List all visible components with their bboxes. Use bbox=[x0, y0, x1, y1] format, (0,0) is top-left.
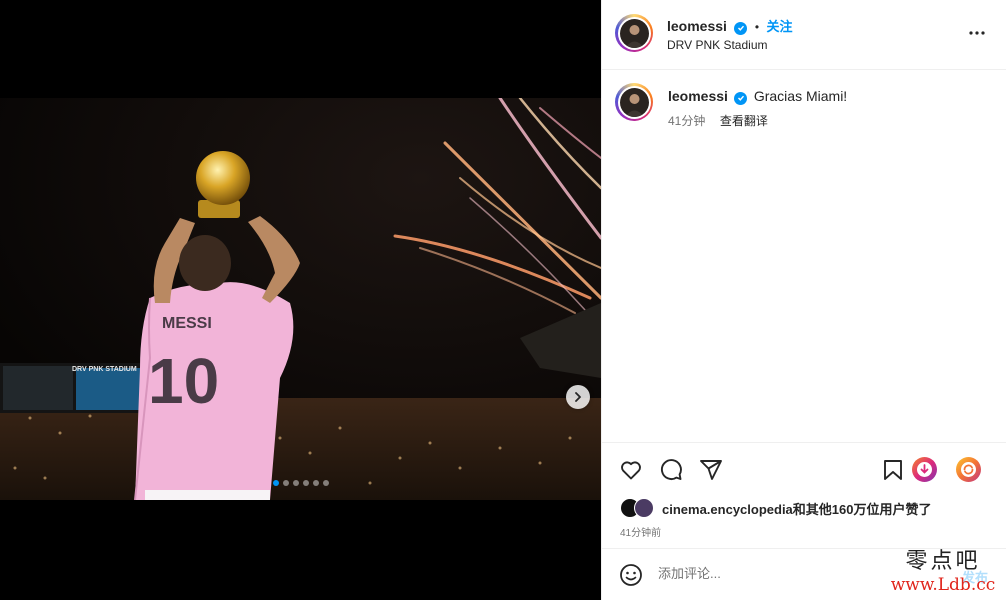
repost-extension-icon bbox=[956, 457, 981, 482]
download-extension-icon bbox=[912, 457, 937, 482]
more-options-button[interactable] bbox=[968, 24, 986, 47]
post-time[interactable]: 41分钟前 bbox=[620, 524, 1000, 539]
liker-avatar bbox=[634, 498, 654, 518]
emoji-icon bbox=[620, 564, 642, 586]
liker-avatars[interactable] bbox=[620, 498, 658, 518]
post-username[interactable]: leomessi bbox=[667, 18, 727, 34]
comment-icon bbox=[660, 459, 682, 481]
avatar[interactable] bbox=[615, 14, 653, 52]
like-button[interactable] bbox=[619, 458, 643, 487]
carousel-dot bbox=[292, 480, 299, 486]
emoji-button[interactable] bbox=[619, 563, 643, 592]
carousel-dot bbox=[322, 480, 329, 486]
heart-icon bbox=[621, 461, 641, 480]
verified-icon bbox=[734, 21, 748, 35]
post-side-panel: leomessi • 关注 DRV PNK Stadium leomessi G… bbox=[601, 0, 1006, 600]
follow-button[interactable]: 关注 bbox=[767, 19, 793, 34]
carousel-dot bbox=[272, 480, 279, 486]
likes-section: cinema.encyclopedia和其他160万位用户赞了 41分钟前 bbox=[620, 498, 1000, 539]
watermark-chinese: 零点吧 bbox=[905, 549, 981, 574]
caption: leomessi Gracias Miami! 41分钟 查看翻译 bbox=[602, 82, 1006, 128]
action-bar bbox=[602, 442, 1006, 497]
carousel-next-button[interactable] bbox=[566, 385, 590, 409]
post-location[interactable]: DRV PNK Stadium bbox=[667, 38, 767, 52]
comment-input[interactable] bbox=[658, 566, 908, 581]
carousel-dot bbox=[282, 480, 289, 486]
extension-button-2[interactable] bbox=[955, 456, 982, 488]
carousel-dot bbox=[312, 480, 319, 486]
jersey-number: 10 bbox=[148, 345, 219, 417]
carousel-indicator bbox=[0, 480, 601, 486]
caption-avatar[interactable] bbox=[615, 83, 653, 121]
likes-count[interactable]: cinema.encyclopedia和其他160万位用户赞了 bbox=[662, 499, 931, 518]
save-button[interactable] bbox=[881, 458, 905, 487]
caption-username[interactable]: leomessi bbox=[668, 88, 728, 104]
caption-time[interactable]: 41分钟 bbox=[668, 114, 705, 128]
post-header: leomessi • 关注 DRV PNK Stadium bbox=[602, 0, 1006, 70]
see-translation-link[interactable]: 查看翻译 bbox=[720, 114, 768, 128]
photo-illustration: DRV PNK STADIUM MESSI 10 bbox=[0, 98, 601, 500]
media-pane: DRV PNK STADIUM MESSI 10 bbox=[0, 0, 601, 600]
verified-icon bbox=[734, 91, 748, 105]
watermark: 零点吧 www.Ldb.cc bbox=[880, 548, 1006, 600]
more-icon bbox=[969, 31, 985, 35]
bookmark-icon bbox=[884, 460, 902, 480]
avatar-image bbox=[619, 18, 649, 48]
jersey-name: MESSI bbox=[162, 315, 212, 332]
share-icon bbox=[700, 460, 722, 480]
separator: • bbox=[754, 20, 760, 34]
caption-text: Gracias Miami! bbox=[753, 88, 848, 104]
post-photo: DRV PNK STADIUM MESSI 10 bbox=[0, 98, 601, 500]
extension-button-1[interactable] bbox=[911, 456, 938, 488]
watermark-url: www.Ldb.cc bbox=[890, 575, 996, 595]
stadium-board-text: DRV PNK STADIUM bbox=[72, 366, 137, 373]
comment-button[interactable] bbox=[659, 458, 683, 487]
share-button[interactable] bbox=[699, 458, 723, 487]
chevron-right-icon bbox=[575, 392, 581, 402]
carousel-dot bbox=[302, 480, 309, 486]
